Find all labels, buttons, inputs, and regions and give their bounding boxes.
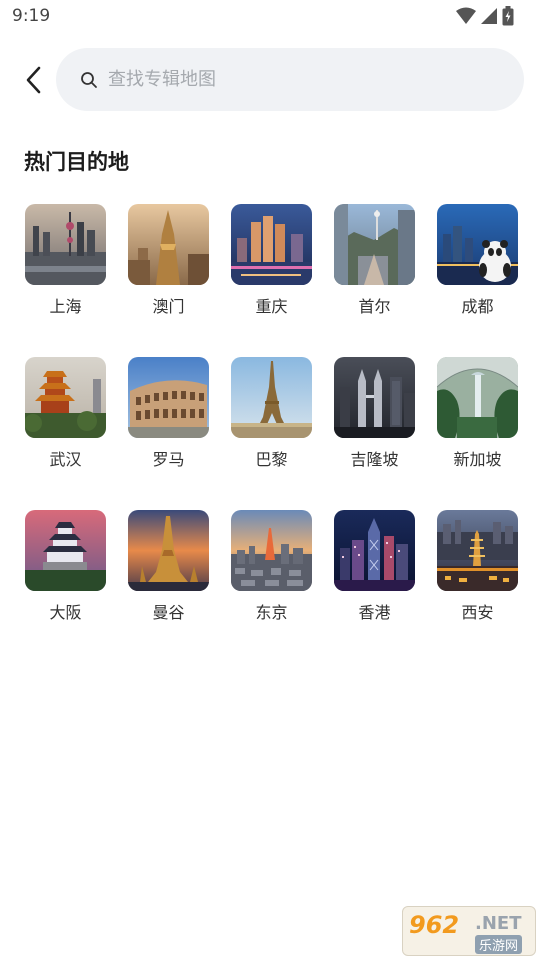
destination-shanghai[interactable]: 上海 — [25, 204, 106, 357]
destination-label: 新加坡 — [453, 450, 502, 469]
section-title: 热门目的地 — [24, 150, 129, 174]
destination-bangkok[interactable]: 曼谷 — [128, 510, 209, 663]
watermark-logo: 962 .NET 乐游网 — [402, 906, 536, 956]
destination-thumbnail-paris — [231, 357, 312, 438]
battery-icon — [502, 6, 514, 26]
watermark-number: 962 — [409, 911, 460, 939]
destination-label: 首尔 — [358, 297, 391, 316]
back-button[interactable] — [16, 60, 52, 100]
destination-thumbnail-kuala-lumpur — [334, 357, 415, 438]
destination-label: 上海 — [49, 297, 82, 316]
destination-label: 大阪 — [49, 603, 82, 622]
watermark-suffix: .NET — [475, 913, 522, 934]
watermark-site-name: 乐游网 — [475, 935, 523, 954]
status-time: 9:19 — [12, 6, 51, 26]
destination-label: 西安 — [461, 603, 494, 622]
destination-thumbnail-chengdu — [437, 204, 518, 285]
destination-thumbnail-chongqing — [231, 204, 312, 285]
destination-thumbnail-xian — [437, 510, 518, 591]
destination-kuala-lumpur[interactable]: 吉隆坡 — [334, 357, 415, 510]
destination-label: 香港 — [358, 603, 391, 622]
chevron-left-icon — [26, 66, 41, 94]
destination-thumbnail-macau — [128, 204, 209, 285]
destination-thumbnail-singapore — [437, 357, 518, 438]
destination-thumbnail-hong-kong — [334, 510, 415, 591]
destination-label: 罗马 — [152, 450, 185, 469]
wifi-icon — [456, 7, 476, 24]
destination-seoul[interactable]: 首尔 — [334, 204, 415, 357]
destination-hong-kong[interactable]: 香港 — [334, 510, 415, 663]
destination-thumbnail-osaka — [25, 510, 106, 591]
destination-thumbnail-rome — [128, 357, 209, 438]
status-icons — [456, 6, 514, 26]
destination-thumbnail-bangkok — [128, 510, 209, 591]
destination-paris[interactable]: 巴黎 — [231, 357, 312, 510]
signal-icon — [481, 8, 497, 24]
destination-macau[interactable]: 澳门 — [128, 204, 209, 357]
search-bar[interactable] — [56, 48, 524, 111]
destination-label: 吉隆坡 — [350, 450, 399, 469]
destination-singapore[interactable]: 新加坡 — [437, 357, 518, 510]
destination-label: 成都 — [461, 297, 494, 316]
status-bar: 9:19 — [0, 0, 540, 34]
destination-label: 曼谷 — [152, 603, 185, 622]
destination-chengdu[interactable]: 成都 — [437, 204, 518, 357]
destination-label: 澳门 — [152, 297, 185, 316]
destination-wuhan[interactable]: 武汉 — [25, 357, 106, 510]
search-icon — [80, 71, 98, 89]
destination-thumbnail-shanghai — [25, 204, 106, 285]
destination-label: 重庆 — [255, 297, 288, 316]
destination-label: 巴黎 — [255, 450, 288, 469]
destination-chongqing[interactable]: 重庆 — [231, 204, 312, 357]
destination-osaka[interactable]: 大阪 — [25, 510, 106, 663]
destination-thumbnail-wuhan — [25, 357, 106, 438]
destination-tokyo[interactable]: 东京 — [231, 510, 312, 663]
destination-rome[interactable]: 罗马 — [128, 357, 209, 510]
destination-thumbnail-tokyo — [231, 510, 312, 591]
destination-xian[interactable]: 西安 — [437, 510, 518, 663]
destination-label: 东京 — [255, 603, 288, 622]
destination-label: 武汉 — [49, 450, 82, 469]
destination-grid: 上海 澳门 重庆 首尔 成都 武汉 罗马 巴黎 吉隆坡 新加坡 大阪 曼谷 东京… — [25, 204, 518, 663]
search-input[interactable] — [108, 69, 468, 90]
destination-thumbnail-seoul — [334, 204, 415, 285]
